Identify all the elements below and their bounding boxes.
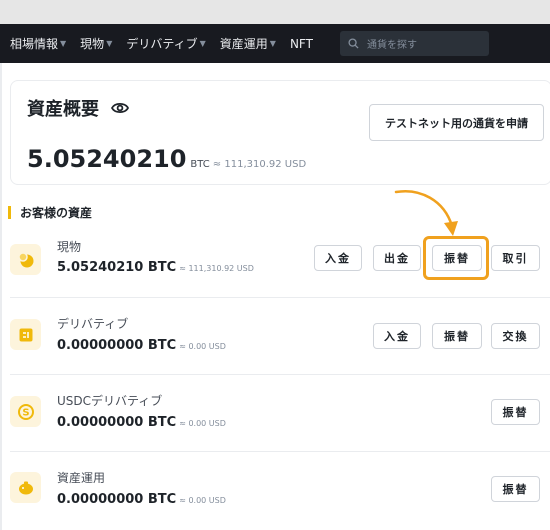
nav-earn[interactable]: 資産運用 ▼ [220, 35, 276, 52]
browser-top-strip [0, 0, 550, 24]
usdc-icon: S [10, 396, 41, 427]
asset-name: 資産運用 [57, 471, 106, 485]
asset-balance-value: 0.00000000 BTC [57, 338, 177, 353]
caret-down-icon: ▼ [106, 39, 113, 48]
asset-name: 現物 [57, 240, 82, 254]
asset-balance-value: 0.00000000 BTC [57, 415, 177, 430]
section-accent-bar [8, 206, 11, 219]
search-placeholder: 通貨を探す [367, 40, 417, 51]
deposit-button[interactable]: 入金 [373, 323, 421, 349]
earn-icon [10, 472, 41, 503]
search-input[interactable]: 通貨を探す [340, 31, 489, 56]
asset-row-earn: 資産運用 0.00000000 BTC ≈ 0.00 USD [8, 452, 550, 528]
transfer-button[interactable]: 振替 [491, 399, 540, 425]
nav-derivatives-label: デリバティブ [126, 37, 198, 51]
svg-text:S: S [22, 407, 29, 418]
asset-balance-fiat: ≈ 0.00 USD [179, 496, 226, 505]
transfer-highlight-box [423, 236, 489, 280]
asset-balance: 0.00000000 BTC ≈ 0.00 USD [57, 492, 226, 507]
eye-icon[interactable] [111, 101, 129, 115]
asset-overview-card: 資産概要 5.05240210 BTC ≈ 111,310.92 USD テスト… [10, 80, 550, 185]
request-testnet-coins-button[interactable]: テストネット用の通貨を申請 [369, 104, 544, 141]
nav-markets[interactable]: 相場情報 ▼ [10, 35, 66, 52]
nav-nft[interactable]: NFT [290, 37, 313, 51]
asset-balance: 0.00000000 BTC ≈ 0.00 USD [57, 415, 226, 430]
convert-button[interactable]: 交換 [491, 323, 540, 349]
nav-spot[interactable]: 現物 ▼ [80, 35, 112, 52]
nav-markets-label: 相場情報 [10, 37, 59, 51]
asset-balance: 0.00000000 BTC ≈ 0.00 USD [57, 338, 226, 353]
derivatives-icon [10, 319, 41, 350]
spot-icon [10, 244, 41, 275]
total-balance-value: 5.05240210 [27, 145, 187, 173]
asset-balance-fiat: ≈ 0.00 USD [179, 419, 226, 428]
total-balance: 5.05240210 BTC ≈ 111,310.92 USD [27, 145, 306, 173]
asset-balance-fiat: ≈ 111,310.92 USD [179, 264, 254, 273]
your-assets-heading: お客様の資産 [8, 204, 92, 221]
total-balance-fiat: ≈ 111,310.92 USD [212, 159, 307, 170]
asset-name: USDCデリバティブ [57, 394, 163, 408]
top-navbar: 相場情報 ▼ 現物 ▼ デリバティブ ▼ 資産運用 ▼ NFT 通貨を探す [0, 24, 550, 63]
trade-button[interactable]: 取引 [491, 245, 540, 271]
search-icon [348, 38, 359, 49]
transfer-button[interactable]: 振替 [491, 476, 540, 502]
nav-derivatives[interactable]: デリバティブ ▼ [126, 35, 205, 52]
page-title: 資産概要 [27, 95, 129, 121]
your-assets-title: お客様の資産 [20, 206, 93, 220]
asset-overview-title: 資産概要 [27, 99, 99, 120]
nav-nft-label: NFT [289, 36, 313, 51]
asset-row-usdc-derivatives: S USDCデリバティブ 0.00000000 BTC ≈ 0.00 USD [8, 375, 550, 451]
caret-down-icon: ▼ [60, 39, 67, 48]
caret-down-icon: ▼ [199, 39, 206, 48]
caret-down-icon: ▼ [269, 39, 276, 48]
asset-balance-value: 0.00000000 BTC [57, 492, 177, 507]
nav-earn-label: 資産運用 [219, 37, 268, 51]
asset-balance-fiat: ≈ 0.00 USD [179, 342, 226, 351]
withdraw-button[interactable]: 出金 [373, 245, 421, 271]
asset-name: デリバティブ [57, 317, 129, 331]
asset-balance-value: 5.05240210 BTC [57, 260, 177, 275]
left-divider [0, 63, 2, 530]
total-balance-unit: BTC [190, 159, 210, 170]
transfer-button[interactable]: 振替 [432, 323, 482, 349]
asset-balance: 5.05240210 BTC ≈ 111,310.92 USD [57, 260, 254, 275]
deposit-button[interactable]: 入金 [314, 245, 362, 271]
nav-spot-label: 現物 [80, 37, 105, 51]
